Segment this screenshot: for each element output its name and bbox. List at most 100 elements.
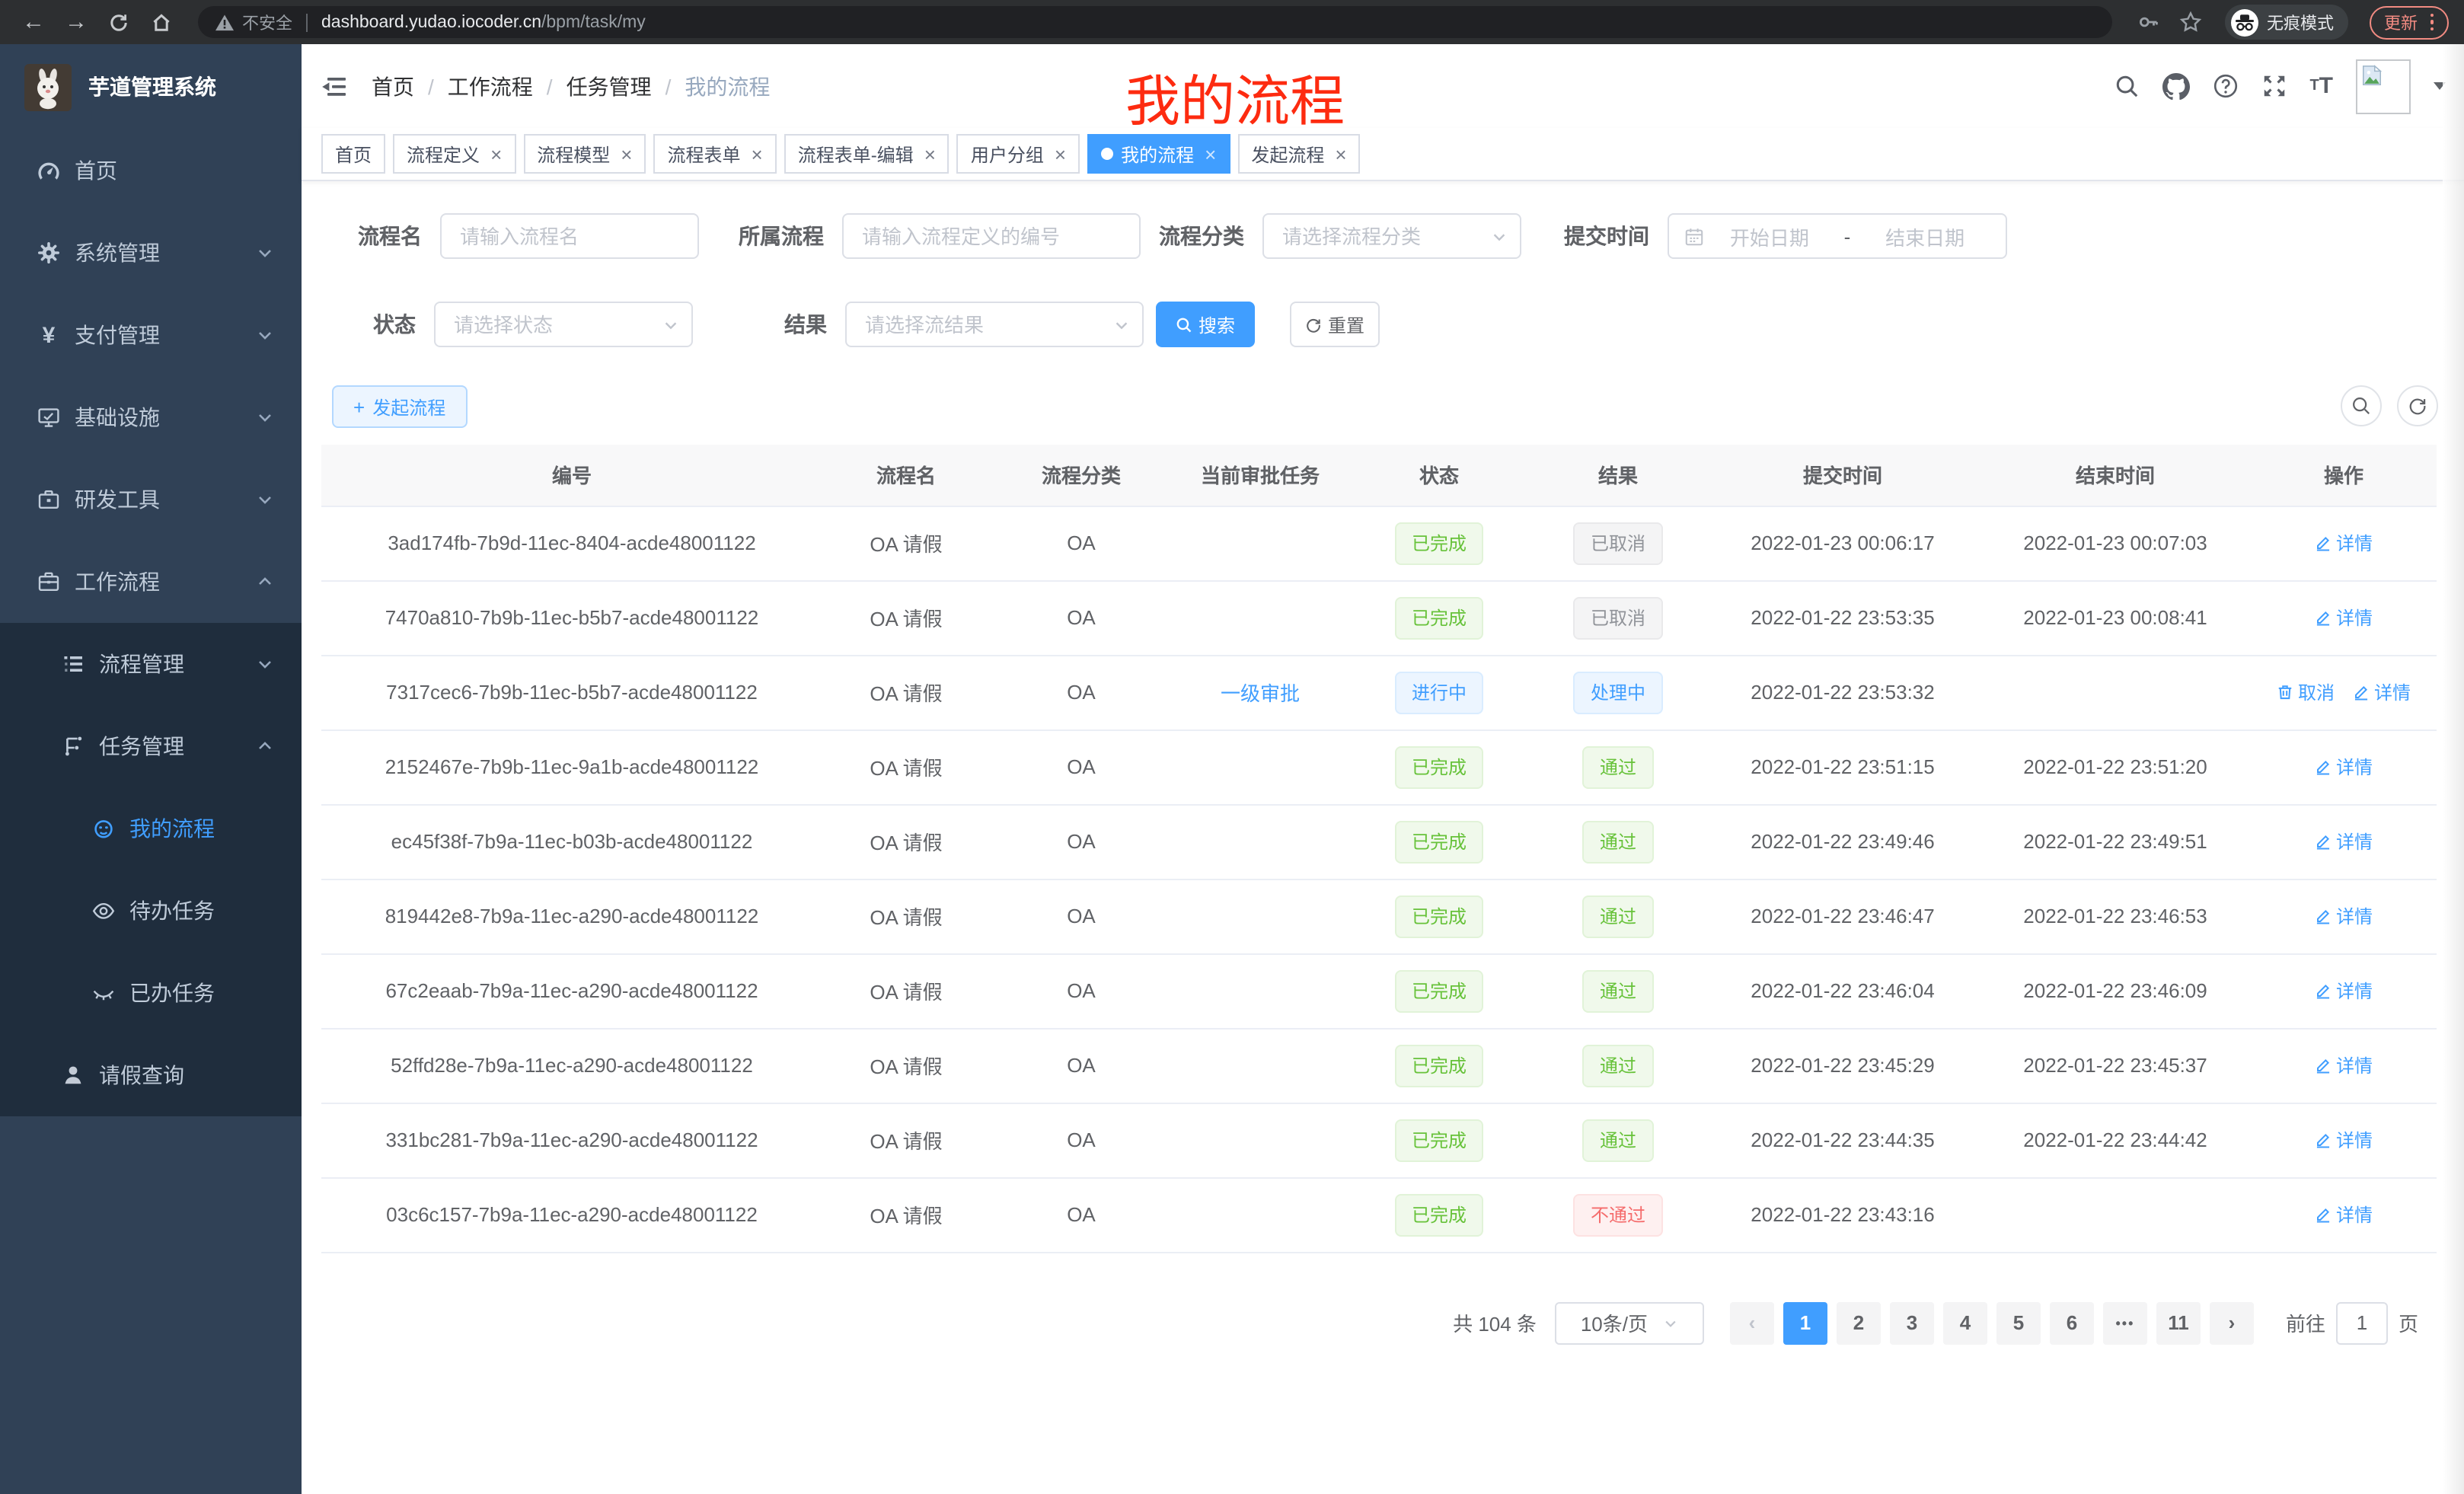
detail-button[interactable]: 详情	[2315, 828, 2373, 854]
sidebar-item-payment[interactable]: ¥ 支付管理	[0, 294, 302, 376]
page-button-6[interactable]: 6	[2050, 1301, 2094, 1344]
tab-close-icon[interactable]: ×	[621, 142, 632, 165]
logo-rabbit-image	[24, 63, 72, 110]
detail-button[interactable]: 详情	[2353, 679, 2411, 705]
start-process-button[interactable]: + 发起流程	[332, 385, 467, 428]
category-select[interactable]	[1262, 213, 1521, 259]
tab-用户分组[interactable]: 用户分组×	[957, 134, 1080, 174]
detail-button[interactable]: 详情	[2315, 1202, 2373, 1227]
breadcrumb-workflow[interactable]: 工作流程	[448, 71, 533, 101]
page-button-4[interactable]: 4	[1943, 1301, 1987, 1344]
briefcase-icon	[37, 570, 61, 594]
tab-流程表单[interactable]: 流程表单×	[653, 134, 776, 174]
detail-button[interactable]: 详情	[2315, 1127, 2373, 1153]
show-search-toggle-button[interactable]	[2341, 385, 2382, 426]
tab-close-icon[interactable]: ×	[1055, 142, 1066, 165]
tab-流程定义[interactable]: 流程定义×	[393, 134, 515, 174]
detail-label: 详情	[2336, 1202, 2373, 1227]
yen-icon: ¥	[37, 324, 61, 346]
sidebar-item-infrastructure[interactable]: 基础设施	[0, 376, 302, 458]
back-icon[interactable]: ←	[15, 5, 52, 39]
page-button-11[interactable]: 11	[2156, 1301, 2201, 1344]
tab-close-icon[interactable]: ×	[490, 142, 502, 165]
current-task-link[interactable]: 一级审批	[1221, 682, 1300, 705]
sidebar-item-my-processes[interactable]: 我的流程	[0, 787, 302, 870]
detail-button[interactable]: 详情	[2315, 903, 2373, 929]
tab-发起流程[interactable]: 发起流程×	[1237, 134, 1360, 174]
update-button[interactable]: 更新	[2369, 5, 2449, 39]
tab-流程模型[interactable]: 流程模型×	[523, 134, 646, 174]
cell-submit-time: 2022-01-22 23:53:35	[1706, 580, 1980, 655]
reload-icon[interactable]	[101, 5, 137, 39]
goto-page-input[interactable]	[2336, 1301, 2388, 1344]
tab-close-icon[interactable]: ×	[752, 142, 763, 165]
cell-id: 52ffd28e-7b9a-11ec-a290-acde48001122	[321, 1028, 822, 1103]
search-icon[interactable]	[2113, 73, 2139, 99]
refresh-icon	[1305, 316, 1322, 333]
detail-button[interactable]: 详情	[2315, 978, 2373, 1004]
sidebar-item-devtools[interactable]: 研发工具	[0, 458, 302, 541]
hamburger-icon[interactable]	[320, 74, 347, 98]
detail-button[interactable]: 详情	[2315, 605, 2373, 630]
refresh-table-button[interactable]	[2397, 385, 2438, 426]
cell-process-name: OA 请假	[822, 1177, 990, 1252]
detail-button[interactable]: 详情	[2315, 754, 2373, 780]
prev-page-button[interactable]: ‹	[1730, 1301, 1774, 1344]
sidebar-item-todo-tasks[interactable]: 待办任务	[0, 870, 302, 952]
home-icon[interactable]	[143, 5, 180, 39]
process-name-input[interactable]	[440, 213, 699, 259]
breadcrumb-home[interactable]: 首页	[372, 71, 414, 101]
github-icon[interactable]	[2162, 72, 2189, 100]
fullscreen-icon[interactable]	[2261, 73, 2287, 99]
tab-我的流程[interactable]: 我的流程×	[1087, 134, 1230, 174]
tab-首页[interactable]: 首页	[321, 134, 385, 174]
next-page-button[interactable]: ›	[2210, 1301, 2254, 1344]
sidebar-item-system[interactable]: 系统管理	[0, 212, 302, 294]
warning-icon	[215, 13, 235, 31]
address-bar[interactable]: 不安全 dashboard.yudao.iocoder.cn/bpm/task/…	[198, 6, 2111, 38]
page-button-3[interactable]: 3	[1890, 1301, 1934, 1344]
breadcrumb-task-management[interactable]: 任务管理	[567, 71, 652, 101]
tab-流程表单-编辑[interactable]: 流程表单-编辑×	[784, 134, 950, 174]
cancel-button[interactable]: 取消	[2277, 679, 2335, 705]
urlbar-divider	[306, 13, 308, 31]
result-badge: 不通过	[1574, 1193, 1662, 1236]
table-row: 03c6c157-7b9a-11ec-a290-acde48001122OA 请…	[321, 1177, 2437, 1252]
font-size-icon[interactable]: TT	[2309, 75, 2333, 97]
tab-close-icon[interactable]: ×	[924, 142, 936, 165]
cell-submit-time: 2022-01-22 23:49:46	[1706, 804, 1980, 879]
page-size-select[interactable]: 10条/页	[1555, 1301, 1704, 1344]
detail-button[interactable]: 详情	[2315, 530, 2373, 556]
avatar[interactable]	[2356, 59, 2411, 113]
breadcrumb-current: 我的流程	[685, 71, 770, 101]
date-range-picker[interactable]: 开始日期 - 结束日期	[1668, 213, 2007, 259]
page-button-5[interactable]: 5	[1996, 1301, 2041, 1344]
sidebar-item-home[interactable]: 首页	[0, 129, 302, 212]
page-button-1[interactable]: 1	[1783, 1301, 1827, 1344]
process-definition-input[interactable]	[842, 213, 1141, 259]
face-icon	[91, 816, 116, 841]
result-select[interactable]	[845, 302, 1144, 347]
sidebar-item-process-management[interactable]: 流程管理	[0, 623, 302, 705]
help-icon[interactable]	[2212, 73, 2238, 99]
status-select[interactable]	[434, 302, 693, 347]
page-button-2[interactable]: 2	[1837, 1301, 1881, 1344]
browser-menu-dots-icon[interactable]	[2430, 14, 2434, 31]
tab-close-icon[interactable]: ×	[1205, 142, 1216, 165]
reset-button[interactable]: 重置	[1290, 302, 1380, 347]
sidebar-item-done-tasks[interactable]: 已办任务	[0, 952, 302, 1034]
search-button[interactable]: 搜索	[1156, 302, 1255, 347]
refresh-icon	[2408, 396, 2427, 416]
sidebar-item-task-management[interactable]: 任务管理	[0, 705, 302, 787]
forward-icon[interactable]: →	[58, 5, 94, 39]
bookmark-star-icon[interactable]	[2172, 5, 2209, 39]
password-key-icon[interactable]	[2130, 5, 2166, 39]
sidebar-item-workflow[interactable]: 工作流程	[0, 541, 302, 623]
tab-close-icon[interactable]: ×	[1335, 142, 1346, 165]
sidebar-item-leave-query[interactable]: 请假查询	[0, 1034, 302, 1116]
cell-category: OA	[990, 804, 1173, 879]
security-label: 不安全	[242, 10, 292, 34]
page-more-icon[interactable]: •••	[2103, 1301, 2147, 1344]
cell-status: 已完成	[1348, 804, 1530, 879]
detail-button[interactable]: 详情	[2315, 1052, 2373, 1078]
